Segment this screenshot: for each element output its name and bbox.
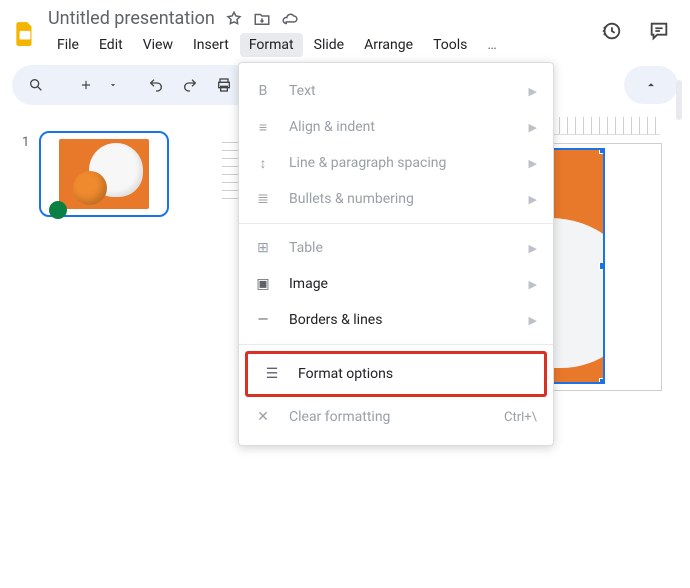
menu-item-line-paragraph-spacing: ↕ Line & paragraph spacing ▶ [239, 145, 553, 181]
table-icon: ⊞ [253, 240, 273, 256]
menu-item-borders-lines[interactable]: — Borders & lines ▶ [239, 302, 553, 338]
submenu-arrow-icon: ▶ [529, 121, 537, 134]
print-button[interactable] [210, 71, 238, 99]
menu-item-bullets-numbering: ≣ Bullets & numbering ▶ [239, 181, 553, 217]
submenu-arrow-icon: ▶ [529, 314, 537, 327]
filmstrip: 1 [0, 113, 210, 229]
new-slide-button[interactable] [72, 71, 100, 99]
menu-edit[interactable]: Edit [90, 33, 132, 57]
slides-logo[interactable] [12, 16, 38, 50]
search-menus-button[interactable] [22, 71, 50, 99]
clear-format-icon: ✕ [253, 409, 273, 425]
list-icon: ≣ [253, 191, 273, 207]
menu-item-label: Image [289, 276, 513, 292]
menu-item-label: Line & paragraph spacing [289, 155, 513, 171]
menu-more[interactable]: … [478, 33, 505, 57]
doc-title[interactable]: Untitled presentation [48, 8, 215, 29]
submenu-arrow-icon: ▶ [529, 157, 537, 170]
image-icon: ▣ [253, 276, 273, 292]
menu-view[interactable]: View [134, 33, 182, 57]
tutorial-highlight: ☰ Format options [245, 351, 547, 397]
slide-thumbnail[interactable] [39, 131, 169, 217]
presence-badge [49, 201, 67, 219]
menu-item-text: B Text ▶ [239, 73, 553, 109]
menu-tools[interactable]: Tools [424, 33, 476, 57]
menu-item-label: Borders & lines [289, 312, 513, 328]
menu-item-image[interactable]: ▣ Image ▶ [239, 266, 553, 302]
undo-button[interactable] [142, 71, 170, 99]
redo-button[interactable] [176, 71, 204, 99]
menu-item-label: Bullets & numbering [289, 191, 513, 207]
line-spacing-icon: ↕ [253, 155, 273, 172]
menu-arrange[interactable]: Arrange [355, 33, 422, 57]
submenu-arrow-icon: ▶ [529, 278, 537, 291]
history-icon[interactable] [600, 20, 622, 46]
star-icon[interactable] [225, 10, 243, 28]
menu-insert[interactable]: Insert [184, 33, 238, 57]
resize-handle[interactable] [599, 378, 605, 384]
menu-item-label: Format options [298, 366, 528, 382]
submenu-arrow-icon: ▶ [529, 193, 537, 206]
menu-item-align-indent: ≡ Align & indent ▶ [239, 109, 553, 145]
resize-handle[interactable] [599, 262, 605, 270]
cloud-status-icon[interactable] [281, 10, 299, 28]
borders-icon: — [253, 312, 273, 328]
bold-icon: B [253, 83, 273, 99]
format-options-icon: ☰ [262, 366, 282, 382]
submenu-arrow-icon: ▶ [529, 85, 537, 98]
slide-number: 1 [22, 135, 29, 217]
align-icon: ≡ [253, 119, 273, 136]
menu-item-clear-formatting: ✕ Clear formatting Ctrl+\ [239, 399, 553, 435]
menu-item-label: Align & indent [289, 119, 513, 135]
collapse-toolbar-button[interactable] [624, 66, 678, 104]
new-slide-dropdown[interactable] [106, 71, 120, 99]
menu-item-label: Table [289, 240, 513, 256]
menu-item-label: Clear formatting [289, 409, 488, 425]
submenu-arrow-icon: ▶ [529, 242, 537, 255]
menu-item-label: Text [289, 83, 513, 99]
comment-icon[interactable] [648, 20, 670, 46]
menu-format[interactable]: Format [240, 33, 303, 57]
menubar: FileEditViewInsertFormatSlideArrangeTool… [48, 33, 506, 57]
menu-file[interactable]: File [48, 33, 88, 57]
resize-handle[interactable] [599, 148, 605, 154]
move-icon[interactable] [253, 10, 271, 28]
format-menu-panel: B Text ▶ ≡ Align & indent ▶ ↕ Line & paragraph … [238, 62, 554, 446]
menu-item-table: ⊞ Table ▶ [239, 230, 553, 266]
menu-slide[interactable]: Slide [305, 33, 353, 57]
menu-item-format-options[interactable]: ☰ Format options [248, 354, 544, 394]
shortcut-label: Ctrl+\ [504, 410, 537, 425]
